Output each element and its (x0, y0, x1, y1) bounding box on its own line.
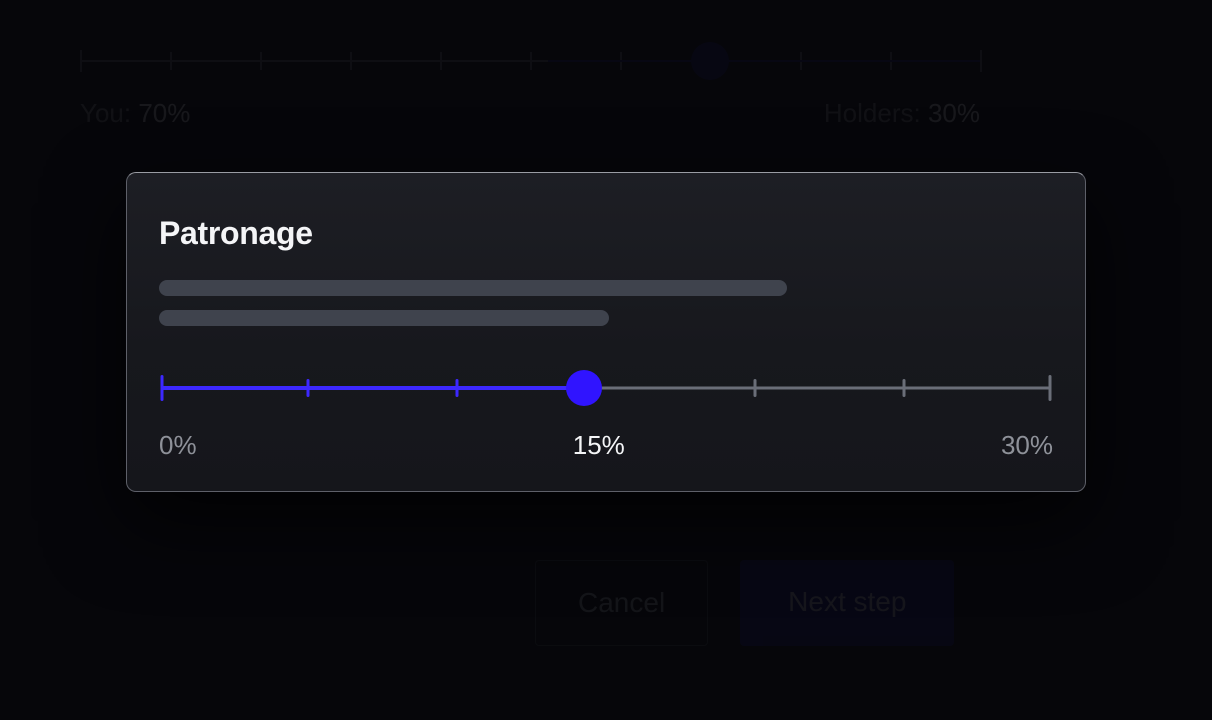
patronage-slider[interactable] (159, 370, 1053, 406)
slider-thumb[interactable] (566, 370, 602, 406)
modal-title: Patronage (159, 215, 1053, 252)
slider-value-label: 15% (573, 430, 625, 461)
slider-min-label: 0% (159, 430, 197, 461)
slider-tick (1049, 375, 1052, 401)
skeleton-line (159, 310, 609, 326)
slider-labels: 0% 15% 30% (159, 430, 1053, 461)
slider-tick (455, 379, 458, 397)
slider-max-label: 30% (1001, 430, 1053, 461)
slider-tick (754, 379, 757, 397)
patronage-modal: Patronage 0% 15% 30% (126, 172, 1086, 492)
slider-tick (902, 379, 905, 397)
slider-tick (307, 379, 310, 397)
skeleton-line (159, 280, 787, 296)
slider-tick (160, 375, 163, 401)
slider-fill (161, 386, 586, 390)
